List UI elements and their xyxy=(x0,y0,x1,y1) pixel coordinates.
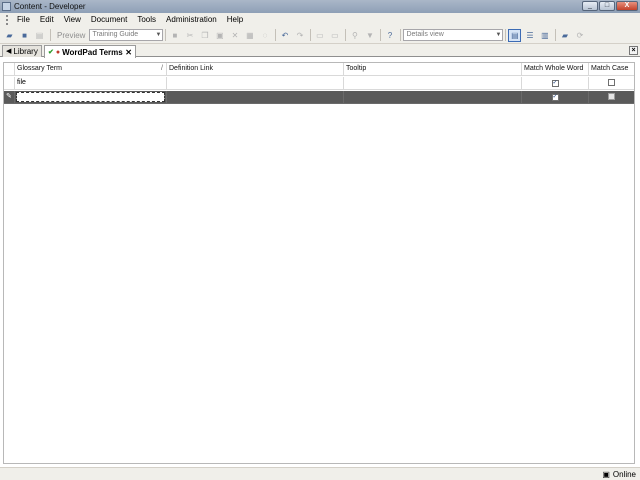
window-controls: _ □ X xyxy=(581,1,638,11)
filter-icon[interactable]: ▼ xyxy=(363,29,376,42)
status-bar: ▣ Online xyxy=(0,467,640,480)
column-header-match-whole-word[interactable]: Match Whole Word xyxy=(522,63,589,76)
network-icon: ▣ xyxy=(602,470,610,479)
tab-library[interactable]: ◀ Library xyxy=(2,45,42,57)
match-whole-word-checkbox[interactable]: ✓ xyxy=(551,80,559,87)
toolbar-separator xyxy=(50,29,51,41)
copy-icon[interactable]: ❐ xyxy=(198,29,211,42)
menu-tools[interactable]: Tools xyxy=(132,14,161,26)
match-case-checkbox[interactable] xyxy=(608,79,615,86)
cut-icon[interactable]: ✂ xyxy=(183,29,196,42)
toolbar-separator xyxy=(400,29,402,41)
stop-icon[interactable]: ■ xyxy=(168,29,181,42)
toolbar-separator xyxy=(380,29,382,41)
menu-grip xyxy=(6,15,8,25)
column-header-label: Glossary Term xyxy=(17,65,62,72)
save-icon[interactable]: ■ xyxy=(18,29,31,42)
layout-horizontal-icon[interactable]: ☰ xyxy=(523,29,536,42)
table-row-new[interactable]: ✎ ✓ xyxy=(4,91,634,104)
checkmark-icon: ✔ xyxy=(48,48,54,56)
toolbar: ▰ ■ ▤ Preview Training Guide ▼ ■ ✂ ❐ ▣ ✕… xyxy=(0,27,640,44)
refresh-icon[interactable]: ⟳ xyxy=(573,29,586,42)
pane-close-icon[interactable]: × xyxy=(629,46,638,55)
cell-match-case xyxy=(589,77,634,90)
preview-button[interactable]: Preview xyxy=(57,31,85,40)
indent-icon[interactable]: ▭ xyxy=(328,29,341,42)
app-icon xyxy=(2,2,11,11)
column-header-match-case[interactable]: Match Case xyxy=(589,63,634,76)
glossary-term-input[interactable] xyxy=(16,92,165,102)
menu-bar: File Edit View Document Tools Administra… xyxy=(0,13,640,27)
toolbar-separator xyxy=(555,29,557,41)
close-button[interactable]: X xyxy=(616,1,638,11)
layout-vertical-icon[interactable]: ▥ xyxy=(538,29,551,42)
row-indicator[interactable]: ✎ xyxy=(4,91,15,104)
glossary-grid: Glossary Term / Definition Link Tooltip … xyxy=(3,62,635,464)
toolbar-separator xyxy=(275,29,277,41)
glossary-icon: ● xyxy=(55,48,61,56)
toolbar-separator xyxy=(310,29,312,41)
menu-edit[interactable]: Edit xyxy=(35,14,59,26)
view-mode-value: Details view xyxy=(406,31,444,38)
cell-glossary-term-editor[interactable] xyxy=(15,91,167,104)
cell-match-case xyxy=(589,91,634,104)
training-guide-combo[interactable]: Training Guide ▼ xyxy=(89,29,164,41)
cell-definition-link[interactable] xyxy=(167,77,344,90)
title-bar: Content - Developer _ □ X xyxy=(0,0,640,13)
undo-icon[interactable]: ↶ xyxy=(278,29,291,42)
toolbar-separator xyxy=(505,29,507,41)
link-icon[interactable]: ◌ xyxy=(258,29,271,42)
column-header-tooltip[interactable]: Tooltip xyxy=(344,63,522,76)
table-row[interactable]: file ✓ xyxy=(4,77,634,90)
open-folder-icon[interactable]: ▰ xyxy=(3,29,16,42)
chevron-down-icon: ▼ xyxy=(495,32,502,38)
cell-definition-link[interactable] xyxy=(167,91,344,104)
column-header-definition-link[interactable]: Definition Link xyxy=(167,63,344,76)
publish-icon[interactable]: ▰ xyxy=(558,29,571,42)
tab-wordpad-terms-label: WordPad Terms xyxy=(62,47,123,57)
menu-help[interactable]: Help xyxy=(222,14,248,26)
minimize-button[interactable]: _ xyxy=(582,1,598,11)
toolbar-separator xyxy=(165,29,167,41)
tab-wordpad-terms[interactable]: ✔ ● WordPad Terms ✕ xyxy=(44,45,136,58)
cell-match-whole-word: ✓ xyxy=(522,91,589,104)
cell-match-whole-word: ✓ xyxy=(522,77,589,90)
column-header-glossary-term[interactable]: Glossary Term / xyxy=(15,63,167,76)
menu-file[interactable]: File xyxy=(12,14,35,26)
row-indicator-header xyxy=(4,63,15,76)
connection-status: ▣ Online xyxy=(602,469,636,480)
back-arrow-icon: ◀ xyxy=(6,48,12,55)
view-mode-combo[interactable]: Details view ▼ xyxy=(403,29,504,41)
tab-close-icon[interactable]: ✕ xyxy=(125,47,132,58)
menu-view[interactable]: View xyxy=(59,14,86,26)
print-icon[interactable]: ▤ xyxy=(33,29,46,42)
delete-icon[interactable]: ✕ xyxy=(228,29,241,42)
layout-single-icon[interactable]: ▤ xyxy=(508,28,522,42)
chevron-down-icon: ▼ xyxy=(155,32,162,38)
outdent-icon[interactable]: ▭ xyxy=(313,29,326,42)
properties-icon[interactable]: ▦ xyxy=(243,29,256,42)
maximize-button[interactable]: □ xyxy=(599,1,615,11)
cell-tooltip[interactable] xyxy=(344,77,522,90)
row-indicator[interactable] xyxy=(4,77,15,90)
paste-icon[interactable]: ▣ xyxy=(213,29,226,42)
sort-indicator: / xyxy=(161,65,163,72)
toolbar-separator xyxy=(345,29,347,41)
grid-header-row: Glossary Term / Definition Link Tooltip … xyxy=(4,63,634,76)
help-icon[interactable]: ? xyxy=(383,29,396,42)
find-icon[interactable]: ⚲ xyxy=(348,29,361,42)
cell-tooltip[interactable] xyxy=(344,91,522,104)
match-whole-word-checkbox[interactable]: ✓ xyxy=(551,94,559,101)
training-guide-value: Training Guide xyxy=(92,31,139,38)
cell-glossary-term[interactable]: file xyxy=(15,77,167,90)
connection-status-label: Online xyxy=(612,470,636,479)
document-tab-bar: ◀ Library ✔ ● WordPad Terms ✕ × xyxy=(0,44,640,58)
pencil-icon: ✎ xyxy=(6,93,12,100)
match-case-checkbox[interactable] xyxy=(608,93,615,100)
menu-document[interactable]: Document xyxy=(86,14,132,26)
tab-library-label: Library xyxy=(13,47,38,56)
menu-administration[interactable]: Administration xyxy=(161,14,222,26)
window-title: Content - Developer xyxy=(14,2,86,11)
redo-icon[interactable]: ↷ xyxy=(293,29,306,42)
